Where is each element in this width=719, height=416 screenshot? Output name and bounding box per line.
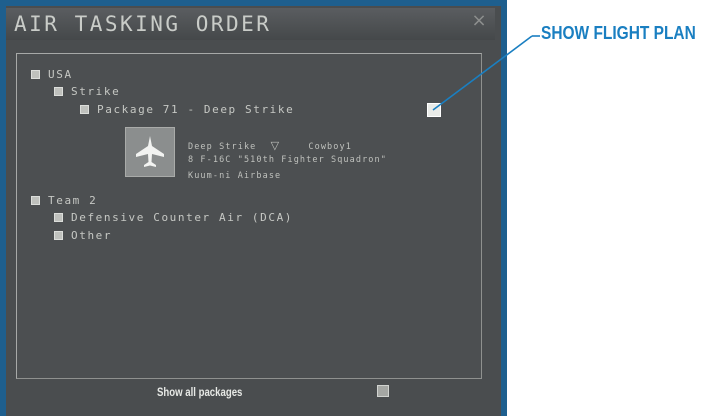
show-flight-plan-callout: SHOW FLIGHT PLAN <box>541 23 696 43</box>
callout-leader-line <box>432 35 540 111</box>
